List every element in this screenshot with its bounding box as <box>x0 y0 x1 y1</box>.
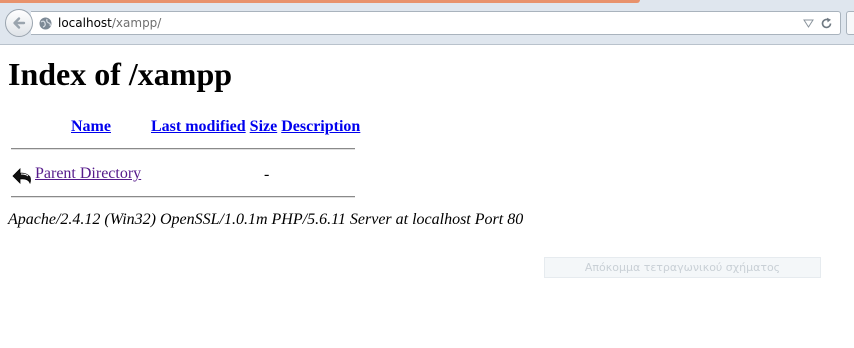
snip-tooltip: Απόκομμα τετραγωνικού σχήματος <box>544 257 821 278</box>
last-modified-column-header: Last modified <box>150 116 247 138</box>
active-tab-edge[interactable] <box>0 0 640 3</box>
name-column-header: Name <box>34 116 148 138</box>
page-title: Index of /xampp <box>8 56 233 92</box>
globe-icon <box>39 17 52 30</box>
sort-by-description-link[interactable]: Description <box>281 118 360 135</box>
sort-by-last-modified-link[interactable]: Last modified <box>151 118 246 135</box>
back-arrow-icon <box>13 17 26 29</box>
size-column-header: Size <box>249 116 279 138</box>
icon-column-header <box>10 116 32 138</box>
url-host: localhost <box>58 16 112 30</box>
back-arrow-icon[interactable] <box>11 165 33 185</box>
url-bar[interactable]: localhost/xampp/ <box>31 11 841 35</box>
reload-icon[interactable] <box>820 17 833 30</box>
parent-directory-size: - <box>264 166 270 183</box>
toolbar-overflow-button[interactable] <box>846 11 854 35</box>
history-dropdown-icon[interactable] <box>803 18 814 29</box>
sort-by-name-link[interactable]: Name <box>71 118 111 135</box>
url-text[interactable]: localhost/xampp/ <box>58 16 161 30</box>
directory-listing-table: Name Last modified Size Description <box>8 114 363 140</box>
browser-toolbar: localhost/xampp/ <box>0 0 854 45</box>
parent-directory-link[interactable]: Parent Directory <box>35 165 141 183</box>
footer-divider <box>11 196 355 198</box>
sort-by-size-link[interactable]: Size <box>250 118 278 135</box>
url-path: /xampp/ <box>111 16 162 30</box>
server-signature: Apache/2.4.12 (Win32) OpenSSL/1.0.1m PHP… <box>8 211 524 228</box>
description-column-header: Description <box>280 116 361 138</box>
header-divider <box>11 148 355 150</box>
table-header-row: Name Last modified Size Description <box>10 116 361 138</box>
back-button[interactable] <box>5 9 33 37</box>
